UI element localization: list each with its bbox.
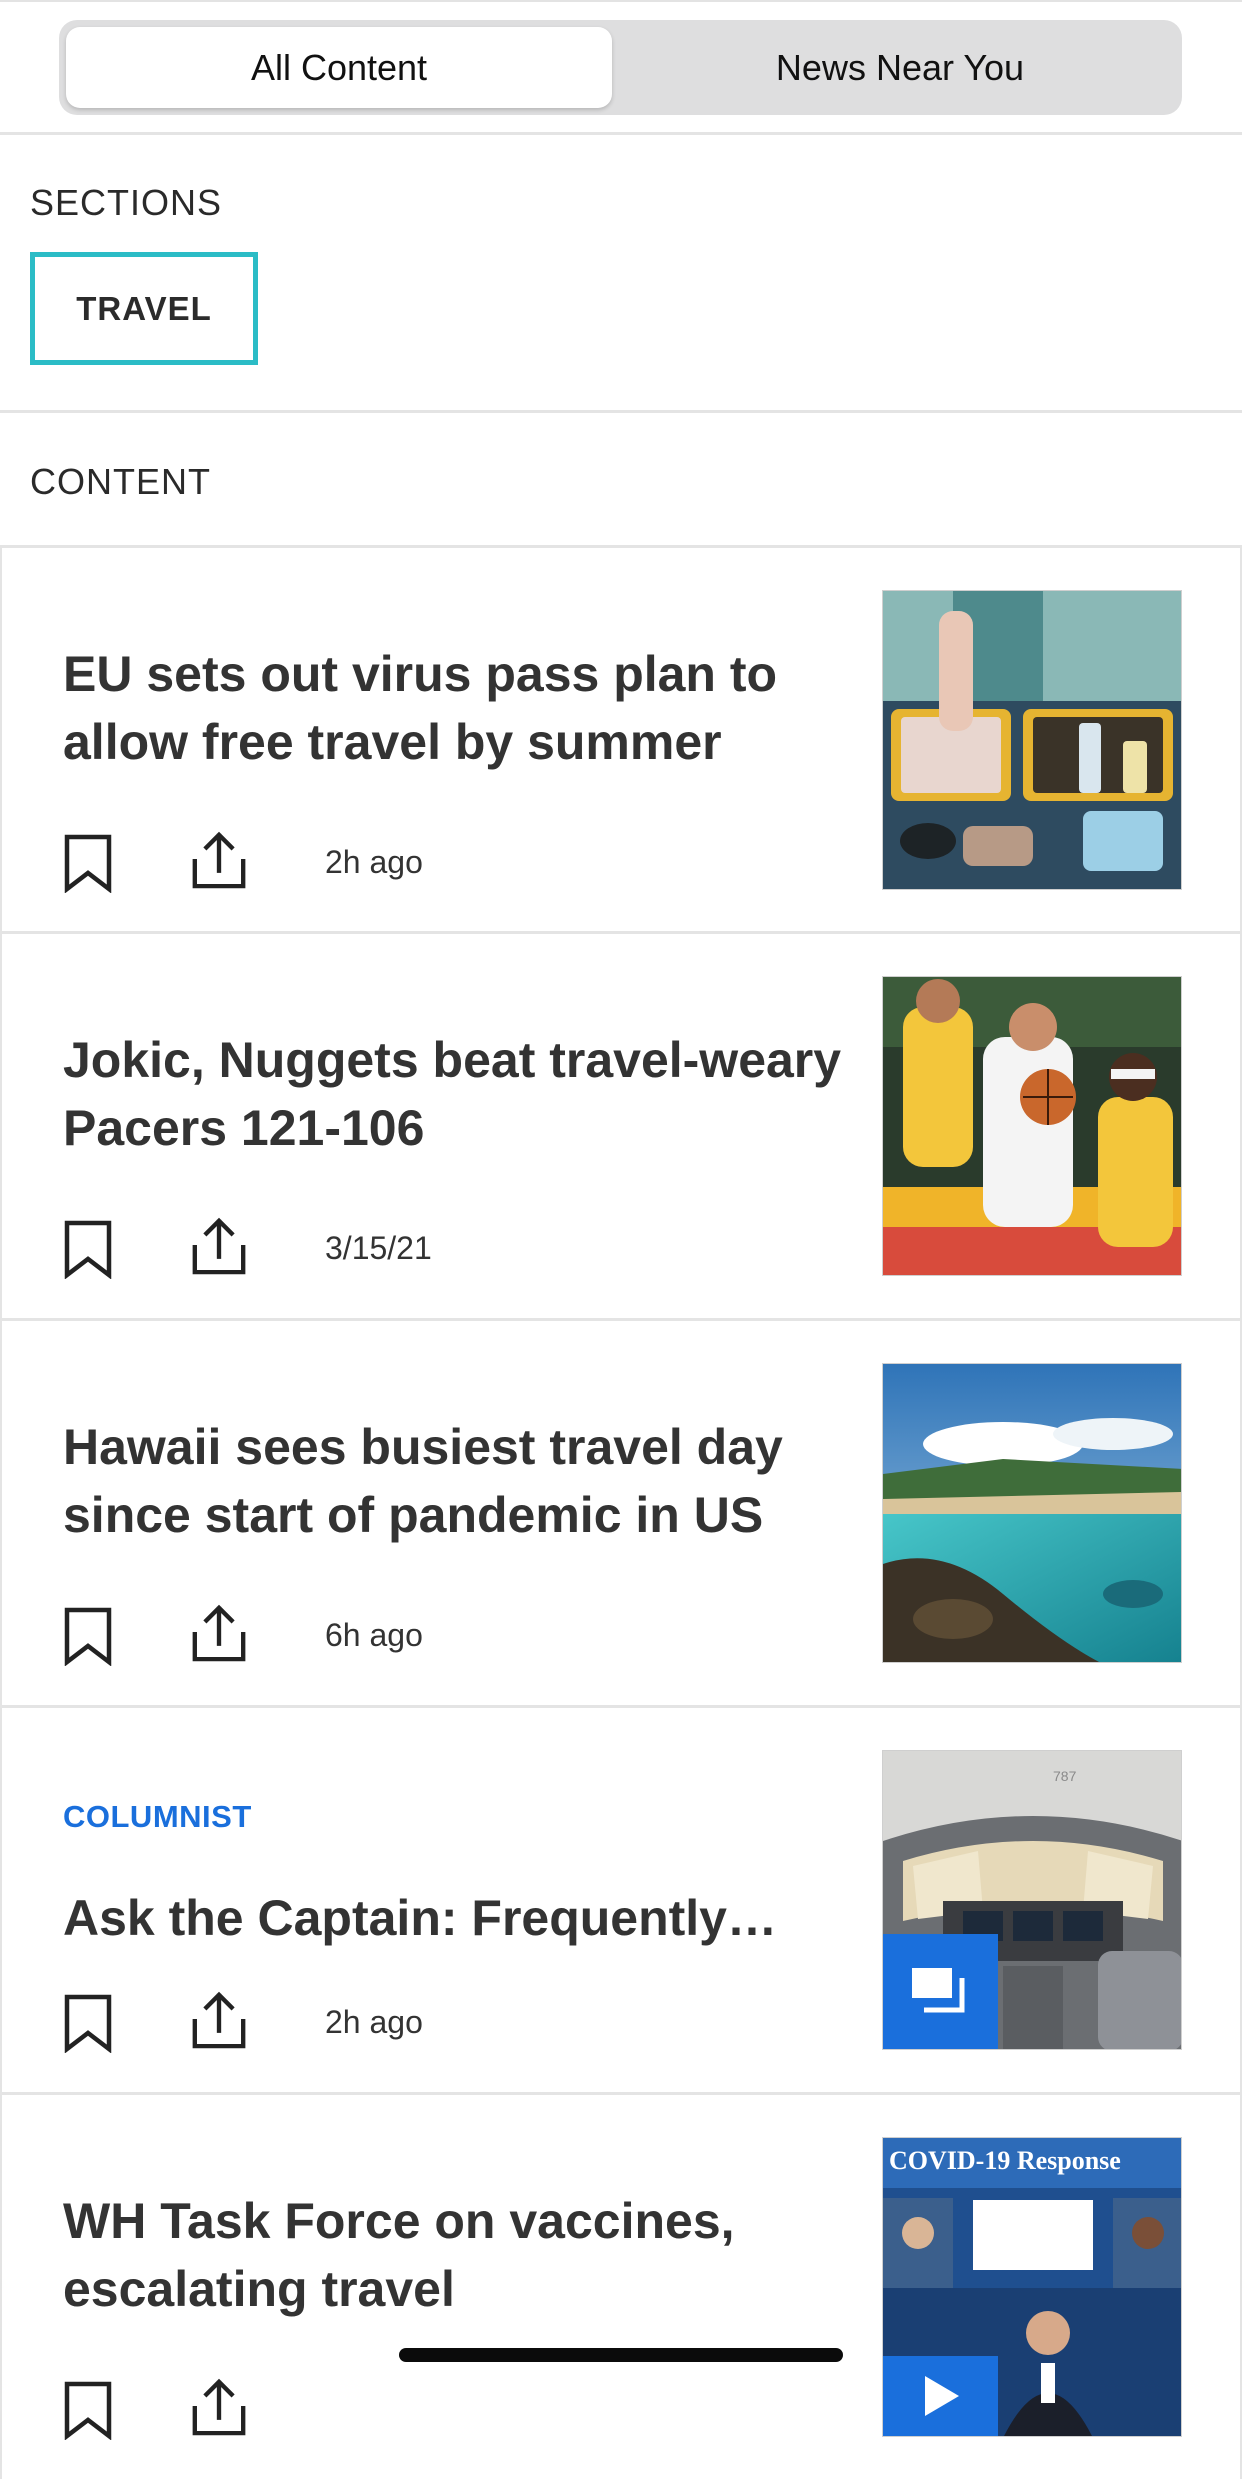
article-thumbnail[interactable]	[882, 1363, 1182, 1663]
share-icon[interactable]	[190, 1603, 248, 1663]
article-thumbnail[interactable]	[882, 976, 1182, 1276]
tab-news-near-you[interactable]: News Near You	[625, 27, 1175, 108]
article-card[interactable]: WH Task Force on vaccines, escalating tr…	[0, 2092, 1242, 2479]
article-thumbnail[interactable]: 787	[882, 1750, 1182, 2050]
gallery-badge	[883, 1934, 998, 2049]
article-card[interactable]: EU sets out virus pass plan to allow fre…	[0, 545, 1242, 932]
bookmark-icon[interactable]	[62, 2380, 114, 2440]
content-heading: CONTENT	[30, 461, 211, 502]
play-icon	[924, 2376, 959, 2416]
share-icon[interactable]	[190, 1216, 248, 1276]
bookmark-icon[interactable]	[62, 833, 114, 893]
travel-packing-photo	[883, 591, 1181, 889]
article-timestamp: 6h ago	[325, 1617, 423, 1653]
covid-response-banner: COVID-19 Response	[889, 2146, 1121, 2175]
article-category-label: COLUMNIST	[63, 1799, 252, 1834]
article-thumbnail[interactable]: COVID-19 Response	[882, 2137, 1182, 2437]
divider	[0, 132, 1242, 135]
top-divider	[0, 0, 1242, 2]
article-card[interactable]: COLUMNIST Ask the Captain: Frequently… 2…	[0, 1705, 1242, 2092]
content-segmented-control: All Content News Near You	[59, 20, 1182, 115]
article-timestamp: 3/15/21	[325, 1230, 432, 1266]
section-chip-travel[interactable]: TRAVEL	[30, 252, 258, 365]
article-card[interactable]: Hawaii sees busiest travel day since sta…	[0, 1318, 1242, 1705]
share-icon[interactable]	[190, 2377, 248, 2437]
bookmark-icon[interactable]	[62, 1993, 114, 2053]
gallery-icon	[911, 1967, 964, 2012]
article-headline[interactable]: Ask the Captain: Frequently…	[63, 1884, 853, 1952]
article-thumbnail[interactable]	[882, 590, 1182, 890]
article-timestamp: 2h ago	[325, 2004, 423, 2040]
article-headline[interactable]: EU sets out virus pass plan to allow fre…	[63, 640, 853, 776]
sections-heading: SECTIONS	[30, 182, 223, 223]
share-icon[interactable]	[190, 1990, 248, 2050]
basketball-game-photo	[883, 977, 1181, 1275]
article-card[interactable]: Jokic, Nuggets beat travel-weary Pacers …	[0, 931, 1242, 1318]
article-timestamp: 2h ago	[325, 844, 423, 880]
share-icon[interactable]	[190, 830, 248, 890]
divider	[0, 410, 1242, 413]
article-headline[interactable]: WH Task Force on vaccines, escalating tr…	[63, 2187, 853, 2323]
article-headline[interactable]: Jokic, Nuggets beat travel-weary Pacers …	[63, 1026, 853, 1162]
bookmark-icon[interactable]	[62, 1606, 114, 1666]
home-indicator[interactable]	[399, 2348, 843, 2362]
article-headline[interactable]: Hawaii sees busiest travel day since sta…	[63, 1413, 853, 1549]
hawaii-beach-photo	[883, 1364, 1181, 1662]
cockpit-787-label: 787	[1053, 1768, 1077, 1784]
video-badge	[883, 2356, 998, 2436]
bookmark-icon[interactable]	[62, 1219, 114, 1279]
tab-all-content[interactable]: All Content	[66, 27, 612, 108]
